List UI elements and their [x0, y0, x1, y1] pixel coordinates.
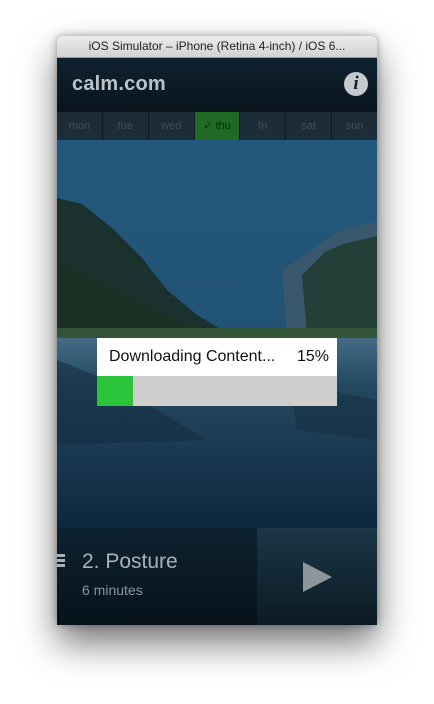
day-tab-sun[interactable]: sun: [332, 112, 377, 140]
window-titlebar[interactable]: iOS Simulator – iPhone (Retina 4-inch) /…: [57, 36, 377, 58]
simulator-window: iOS Simulator – iPhone (Retina 4-inch) /…: [57, 36, 377, 625]
player-bar: 2. Posture 6 minutes: [57, 528, 377, 625]
info-icon[interactable]: i: [344, 72, 368, 96]
download-title: Downloading Content...: [109, 348, 276, 365]
download-dialog: Downloading Content... 15%: [97, 338, 337, 406]
app-logo: calm.com: [72, 73, 166, 95]
menu-icon[interactable]: [57, 554, 65, 568]
day-selector: mon tue wed ✓ thu fri sat sun: [57, 112, 377, 140]
session-duration: 6 minutes: [82, 582, 143, 598]
background-photo: Downloading Content... 15%: [57, 140, 377, 528]
play-icon[interactable]: [303, 562, 332, 592]
day-tab-sat[interactable]: sat: [286, 112, 333, 140]
download-percent: 15%: [296, 348, 329, 365]
day-tab-thu[interactable]: ✓ thu: [194, 112, 241, 140]
lake-scene: [57, 140, 377, 528]
download-header: Downloading Content... 15%: [97, 338, 337, 376]
app-screen: calm.com i mon tue wed ✓ thu fri sat sun: [57, 58, 377, 625]
day-tab-mon[interactable]: mon: [57, 112, 103, 140]
download-progress-bar: [97, 376, 337, 406]
day-tab-wed[interactable]: wed: [149, 112, 195, 140]
day-tab-fri[interactable]: fri: [240, 112, 287, 140]
window-title: iOS Simulator – iPhone (Retina 4-inch) /…: [88, 39, 346, 53]
day-tab-tue[interactable]: tue: [103, 112, 149, 140]
download-progress-fill: [97, 376, 133, 406]
session-title: 2. Posture: [82, 550, 178, 573]
navbar: calm.com i: [57, 58, 377, 112]
